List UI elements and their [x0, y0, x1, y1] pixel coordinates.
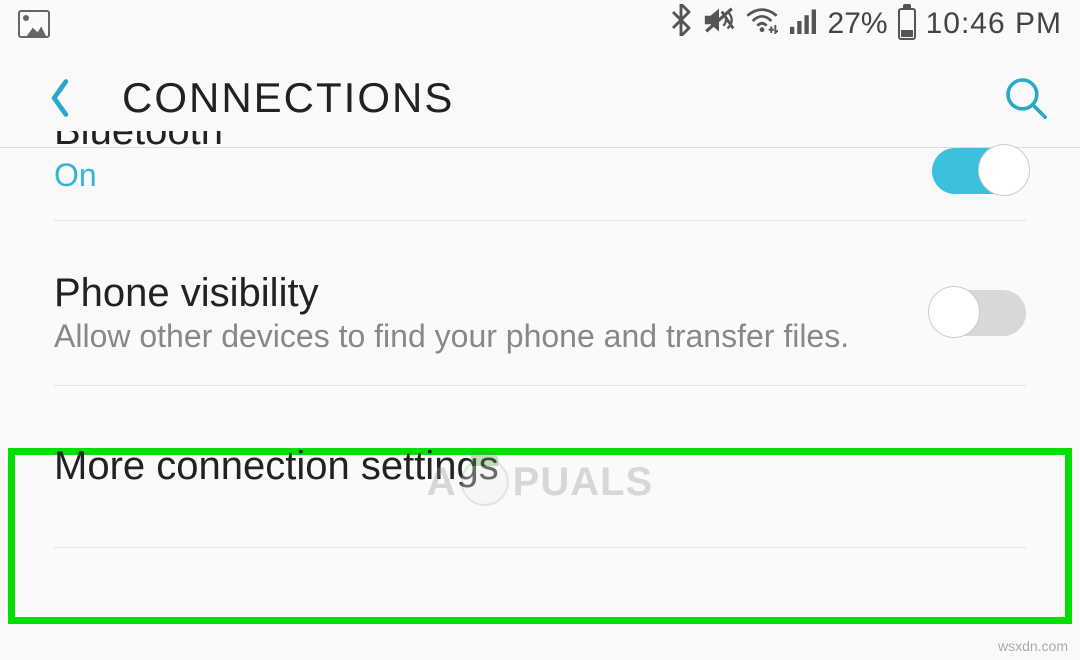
battery-percentage: 27%	[828, 7, 888, 41]
setting-bluetooth[interactable]: Bluetooth On	[0, 148, 1080, 220]
bluetooth-status-icon	[670, 4, 692, 44]
screenshot-notification-icon	[18, 10, 50, 38]
toggle-knob	[928, 286, 980, 338]
battery-icon	[898, 8, 916, 40]
setting-more-connection[interactable]: More connection settings	[0, 386, 1080, 547]
settings-list: Bluetooth On Phone visibility Allow othe…	[0, 148, 1080, 576]
source-attribution: wsxdn.com	[998, 638, 1068, 654]
setting-title: Bluetooth	[54, 131, 932, 155]
phone-visibility-toggle[interactable]	[932, 290, 1026, 336]
bluetooth-toggle[interactable]	[932, 148, 1026, 194]
status-bar: 27% 10:46 PM	[0, 0, 1080, 48]
wifi-icon	[746, 8, 778, 41]
setting-cutoff	[0, 548, 1080, 576]
status-right: 27% 10:46 PM	[670, 4, 1062, 44]
status-left	[18, 10, 50, 38]
search-button[interactable]	[1002, 74, 1050, 122]
setting-phone-visibility[interactable]: Phone visibility Allow other devices to …	[0, 221, 1080, 385]
setting-title: More connection settings	[54, 444, 1026, 489]
signal-icon	[788, 8, 818, 41]
toggle-knob	[978, 144, 1030, 196]
back-button[interactable]	[48, 78, 72, 118]
mute-icon	[702, 5, 736, 43]
setting-title: Phone visibility	[54, 271, 932, 316]
page-title: CONNECTIONS	[122, 74, 1002, 122]
clock-time: 10:46 PM	[926, 7, 1062, 41]
setting-subtitle: Allow other devices to find your phone a…	[54, 318, 932, 355]
setting-subtitle: On	[54, 157, 932, 194]
